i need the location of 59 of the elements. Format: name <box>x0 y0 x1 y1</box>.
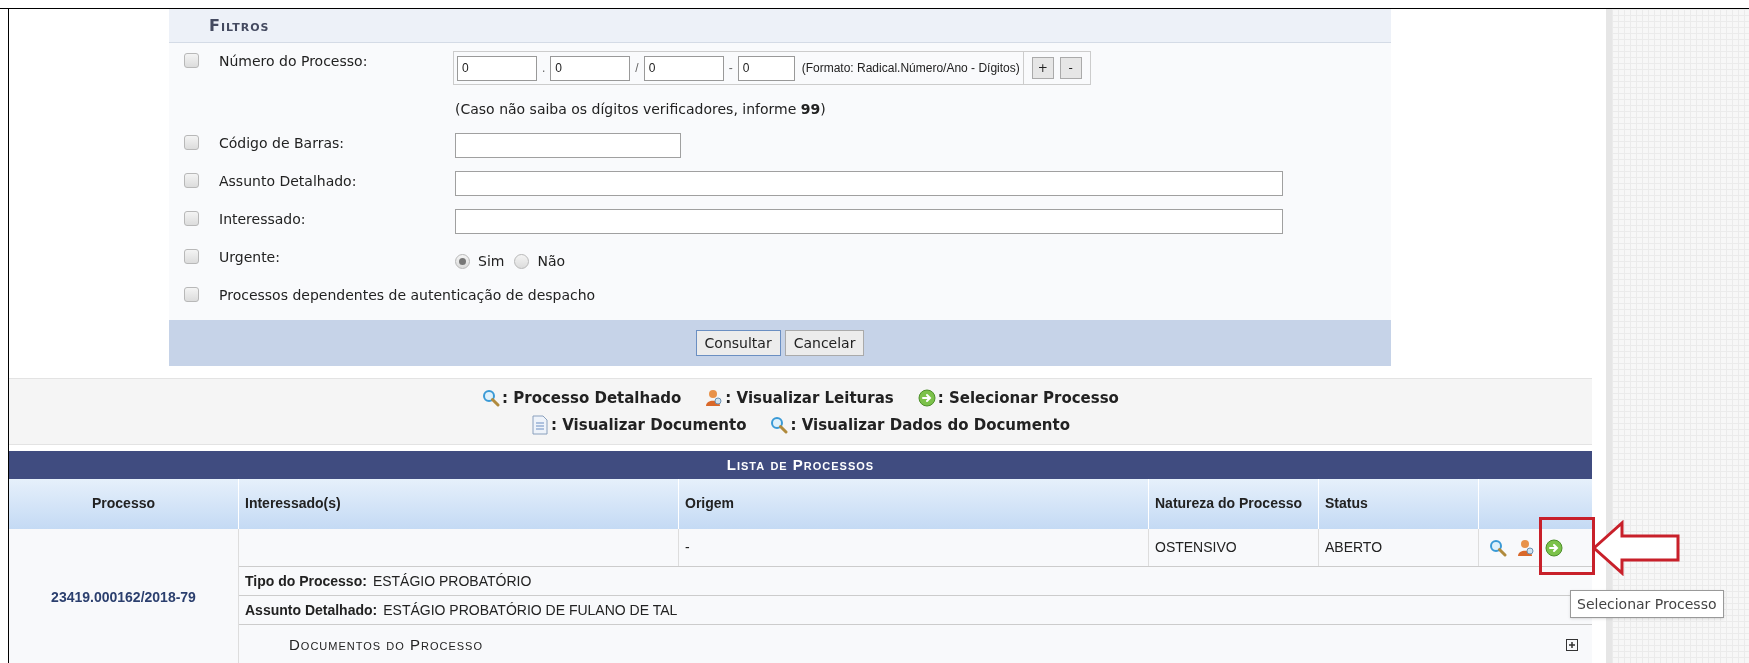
cancel-button[interactable]: Cancelar <box>784 330 865 356</box>
highlight-frame <box>1539 517 1595 575</box>
number-field[interactable]: 0 <box>737 55 795 81</box>
table-cell: ABERTO <box>1319 529 1479 566</box>
checkbox[interactable] <box>184 249 199 264</box>
field-label: Assunto Detalhado: <box>219 172 358 191</box>
legend-label: : Visualizar Documento <box>551 414 747 436</box>
arrow-circle-icon[interactable] <box>1545 538 1563 557</box>
legend-label: : Visualizar Leituras <box>725 388 894 409</box>
field-label: Código de Barras: <box>219 134 345 153</box>
checkbox[interactable] <box>184 173 199 188</box>
legend-label: : Selecionar Processo <box>937 388 1119 409</box>
separator: . <box>541 60 547 77</box>
document-icon <box>531 414 549 435</box>
text-field[interactable] <box>455 209 1283 234</box>
radio-label: Sim <box>478 252 505 271</box>
table-title: Lista de Processos <box>9 451 1592 479</box>
arrow-circle-icon <box>917 389 936 408</box>
checkbox[interactable] <box>184 53 199 68</box>
panel-header: Filtros <box>169 9 1391 43</box>
checkbox[interactable] <box>184 287 199 302</box>
number-field[interactable]: 0 <box>643 55 724 81</box>
radio-label: Não <box>537 252 566 271</box>
hint-text: (Caso não saiba os dígitos verificadores, informe 99) <box>455 100 827 119</box>
radio-button[interactable] <box>455 254 470 269</box>
field-label: Urgente: <box>219 248 281 267</box>
number-field[interactable]: 0 <box>457 55 537 81</box>
detail-label: Tipo do Processo: <box>245 571 367 591</box>
add-button[interactable]: + <box>1031 57 1054 79</box>
separator: / <box>634 60 640 77</box>
process-link[interactable]: 23419.000162/2018-79 <box>9 529 239 663</box>
text-field[interactable] <box>455 171 1283 196</box>
detail-value: ESTÁGIO PROBATÓRIO DE FULANO DE TAL <box>383 600 678 620</box>
radio-button[interactable] <box>514 254 530 269</box>
expand-icon[interactable] <box>1566 639 1578 651</box>
checkbox[interactable] <box>184 135 199 150</box>
detail-label: Assunto Detalhado: <box>245 600 378 620</box>
tooltip: Selecionar Processo <box>1570 590 1724 618</box>
legend-label: : Visualizar Dados do Documento <box>790 414 1070 436</box>
section-title: Documentos do Processo <box>289 634 483 655</box>
legend-label: : Processo Detalhado <box>502 388 682 409</box>
detail-value: ESTÁGIO PROBATÓRIO <box>372 571 532 591</box>
person-icon[interactable] <box>1517 538 1535 557</box>
field-label: Interessado: <box>219 210 307 229</box>
field-label: Número do Processo: <box>219 52 369 71</box>
text-field[interactable] <box>455 133 681 158</box>
table-cell: - <box>679 529 1149 566</box>
field-label: Processos dependentes de autenticação de despacho <box>219 286 596 305</box>
checkbox[interactable] <box>184 211 199 226</box>
search-button[interactable]: Consultar <box>695 330 781 356</box>
format-hint: (Formato: Radical.Número/Ano - Dígitos) <box>801 60 1020 77</box>
person-icon <box>705 389 724 408</box>
remove-button[interactable]: - <box>1059 57 1082 79</box>
magnifier-icon[interactable] <box>1489 538 1507 557</box>
magnifier-icon <box>770 415 789 434</box>
table-cell: OSTENSIVO <box>1149 529 1319 566</box>
magnifier-icon <box>482 389 501 408</box>
separator: - <box>727 60 734 77</box>
number-field[interactable]: 0 <box>550 55 631 81</box>
